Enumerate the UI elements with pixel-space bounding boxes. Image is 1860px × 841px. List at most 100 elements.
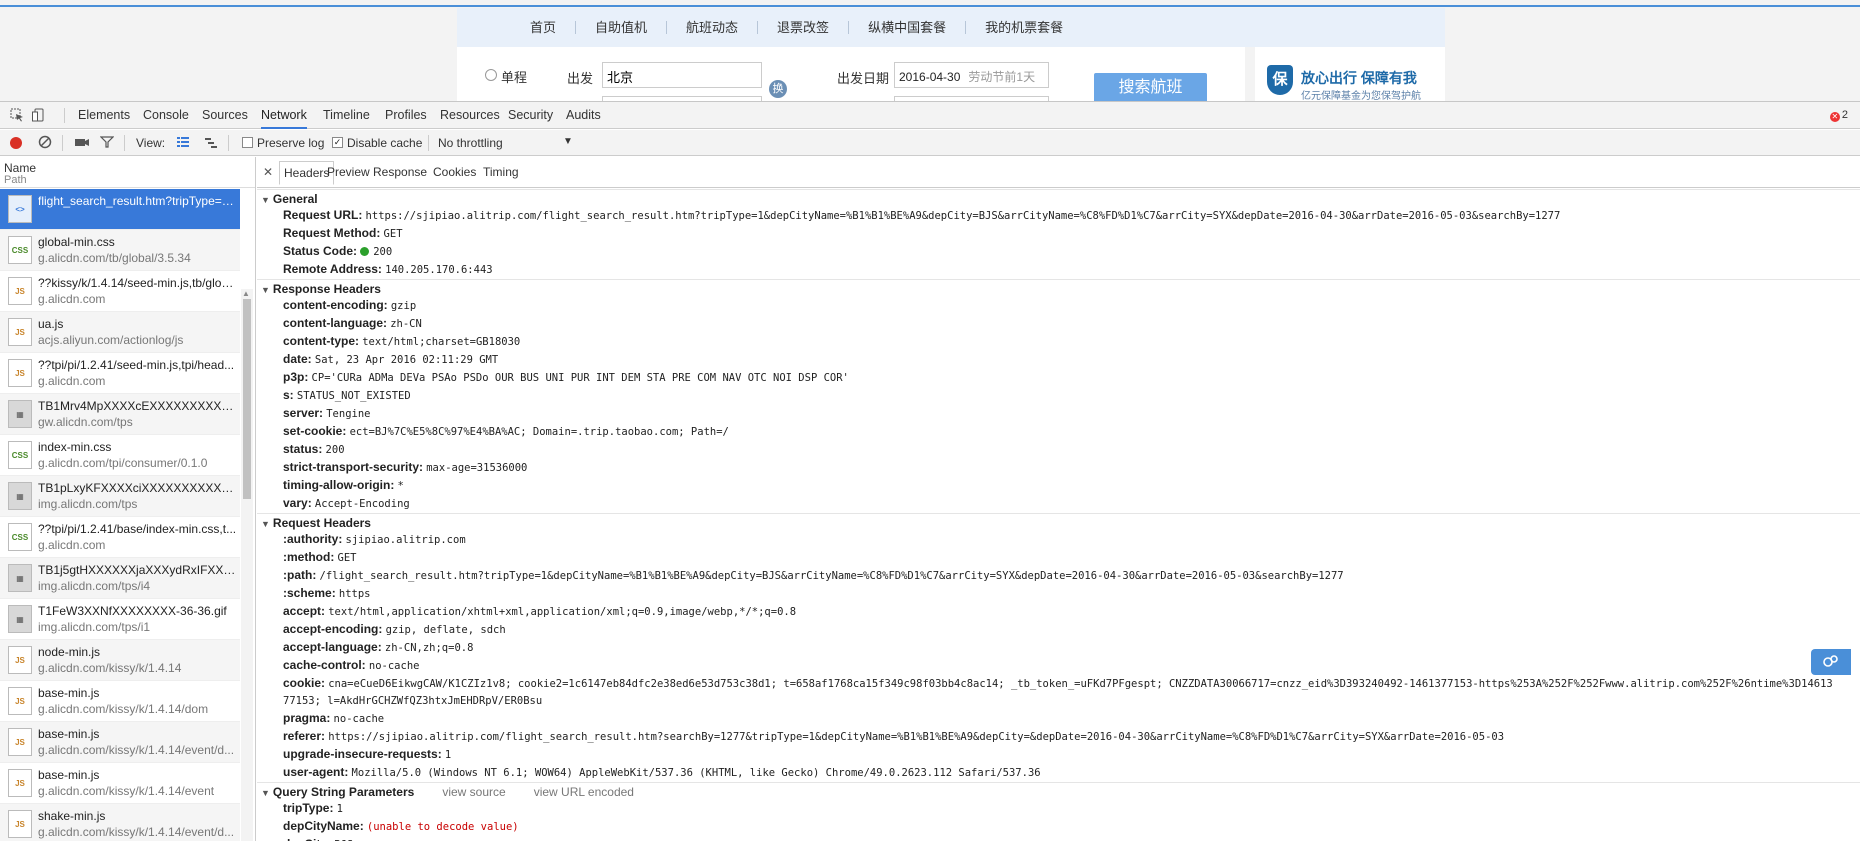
header-value: Accept-Encoding <box>314 498 410 510</box>
chevron-down-icon[interactable]: ▼ <box>563 136 573 147</box>
detail-tab-cookies[interactable]: Cookies <box>433 165 476 179</box>
filter-icon[interactable] <box>99 135 115 153</box>
request-list-header[interactable]: Name Path <box>0 157 255 188</box>
general-section-header[interactable]: ▼ General <box>257 189 1860 207</box>
scroll-up-icon[interactable]: ▲ <box>242 289 250 298</box>
request-path: img.alicdn.com/tps/i1 <box>38 620 151 634</box>
request-row[interactable]: JS node-min.js g.alicdn.com/kissy/k/1.4.14 <box>0 640 240 681</box>
request-row[interactable]: CSS ??tpi/pi/1.2.41/base/index-min.css,t.… <box>0 517 240 558</box>
request-name: ??tpi/pi/1.2.41/seed-min.js,tpi/head... <box>38 358 235 372</box>
request-name: global-min.css <box>38 235 115 249</box>
request-row[interactable]: CSS global-min.css g.alicdn.com/tb/global/… <box>0 230 240 271</box>
tab-elements[interactable]: Elements <box>78 102 130 129</box>
feedback-float-icon[interactable] <box>1811 649 1851 675</box>
one-way-radio[interactable] <box>485 69 497 81</box>
request-row[interactable]: JS base-min.js g.alicdn.com/kissy/k/1.4.14… <box>0 722 240 763</box>
error-counter[interactable]: ✕ 2 <box>1829 109 1848 122</box>
request-detail-pane: ✕ Headers Preview Response Cookies Timing ▼ G… <box>257 157 1860 841</box>
device-mode-icon[interactable] <box>32 108 46 122</box>
request-row[interactable]: JS base-min.js g.alicdn.com/kissy/k/1.4.14… <box>0 763 240 804</box>
header-row: tripType: 1 <box>257 800 1860 818</box>
header-row: vary: Accept-Encoding <box>257 495 1860 513</box>
tab-network[interactable]: Network <box>261 102 307 129</box>
scrollbar-thumb[interactable] <box>243 299 251 499</box>
close-detail-icon[interactable]: ✕ <box>263 165 273 179</box>
header-value: * <box>397 480 404 492</box>
expand-triangle-icon[interactable]: ▼ <box>261 285 270 295</box>
request-row[interactable]: JS base-min.js g.alicdn.com/kissy/k/1.4.14… <box>0 681 240 722</box>
detail-tab-timing[interactable]: Timing <box>483 165 519 179</box>
request-name: base-min.js <box>38 768 100 782</box>
expand-triangle-icon[interactable]: ▼ <box>261 788 270 798</box>
preserve-log-checkbox[interactable] <box>242 137 253 148</box>
request-row[interactable]: ▦ T1FeW3XXNfXXXXXXXX-36-36.gif img.alicdn.… <box>0 599 240 640</box>
tab-audits[interactable]: Audits <box>566 102 601 129</box>
site-nav-item[interactable]: 自助值机 <box>576 21 668 34</box>
request-row[interactable]: ▦ TB1j5gtHXXXXXXjaXXXydRxIFXX-73... img.al… <box>0 558 240 599</box>
camera-icon[interactable] <box>74 135 90 153</box>
tab-security[interactable]: Security <box>508 102 553 129</box>
toolbar-separator <box>228 135 229 151</box>
request-path: img.alicdn.com/tps/i4 <box>38 579 151 593</box>
image-file-icon: ▦ <box>8 605 32 633</box>
site-nav-bar: 首页 自助值机 航班动态 退票改签 纵横中国套餐 我的机票套餐 <box>457 8 1445 47</box>
request-row[interactable]: CSS index-min.css g.alicdn.com/tpi/consume… <box>0 435 240 476</box>
large-rows-icon[interactable] <box>176 135 190 153</box>
request-row[interactable]: ▦ TB1Mrv4MpXXXXcEXXXXXXXXXXXX... gw.alicdn… <box>0 394 240 435</box>
tab-console[interactable]: Console <box>143 102 189 129</box>
view-source-link[interactable]: view source <box>442 785 505 799</box>
expand-triangle-icon[interactable]: ▼ <box>261 195 270 205</box>
search-flights-button[interactable]: 搜索航班 <box>1094 73 1207 101</box>
response-headers-title: Response Headers <box>272 282 381 296</box>
tab-sources[interactable]: Sources <box>202 102 248 129</box>
view-url-encoded-link[interactable]: view URL encoded <box>534 785 634 799</box>
insurance-promo-banner[interactable]: 保 放心出行 保障有我 亿元保障基金为您保驾护航 <box>1255 47 1445 101</box>
request-row[interactable]: JS ??kissy/k/1.4.14/seed-min.js,tb/glob..… <box>0 271 240 312</box>
site-nav-item[interactable]: 退票改签 <box>758 21 850 34</box>
request-list-scrollbar[interactable]: ▲ <box>241 289 253 841</box>
waterfall-overview-icon[interactable] <box>204 135 218 153</box>
header-value: gzip <box>390 300 417 312</box>
request-row[interactable]: <> flight_search_result.htm?tripType=1... <box>0 189 240 230</box>
header-row: :method: GET <box>257 549 1860 567</box>
site-nav-item[interactable]: 我的机票套餐 <box>966 21 1082 34</box>
detail-tab-response[interactable]: Response <box>373 165 427 179</box>
header-row: server: Tengine <box>257 405 1860 423</box>
request-name: flight_search_result.htm?tripType=1... <box>38 194 238 208</box>
general-title: General <box>272 192 318 206</box>
swap-cities-button[interactable]: 换 <box>769 80 787 98</box>
request-row[interactable]: ▦ TB1pLxyKFXXXXciXXXXXXXXXXXX-1... img.ali… <box>0 476 240 517</box>
js-file-icon: JS <box>8 318 32 346</box>
request-headers-section-header[interactable]: ▼ Request Headers <box>257 513 1860 531</box>
tab-timeline[interactable]: Timeline <box>323 102 370 129</box>
request-name: TB1pLxyKFXXXXciXXXXXXXXXXXX-1... <box>38 481 238 495</box>
header-value: GET <box>337 552 357 564</box>
query-string-parameters-section-header[interactable]: ▼ Query String Parameters view source view … <box>257 782 1860 800</box>
site-nav-item[interactable]: 纵横中国套餐 <box>849 21 967 34</box>
header-row: Request URL: https://sjipiao.alitrip.com… <box>257 207 1860 225</box>
departure-label: 出发 <box>567 71 594 86</box>
request-row[interactable]: JS ??tpi/pi/1.2.41/seed-min.js,tpi/head..… <box>0 353 240 394</box>
header-key: :path: <box>283 568 317 582</box>
departure-city-input[interactable]: 北京 <box>602 62 762 88</box>
clear-icon[interactable] <box>38 135 52 153</box>
request-row[interactable]: JS shake-min.js g.alicdn.com/kissy/k/1.4.1… <box>0 804 240 841</box>
disable-cache-checkbox[interactable]: ✓ <box>332 137 343 148</box>
image-file-icon: ▦ <box>8 564 32 592</box>
tab-resources[interactable]: Resources <box>440 102 500 129</box>
detail-tab-preview[interactable]: Preview <box>327 165 370 179</box>
record-button[interactable] <box>10 137 22 149</box>
site-nav-item[interactable]: 航班动态 <box>667 21 759 34</box>
request-rows: <> flight_search_result.htm?tripType=1...… <box>0 189 240 841</box>
tab-profiles[interactable]: Profiles <box>385 102 427 129</box>
site-nav-item[interactable]: 首页 <box>511 21 577 34</box>
request-row[interactable]: JS ua.js acjs.aliyun.com/actionlog/js <box>0 312 240 353</box>
throttling-select[interactable]: No throttling <box>438 136 503 150</box>
inspect-element-icon[interactable] <box>10 108 24 122</box>
departure-date-input[interactable]: 2016-04-30 劳动节前1天 <box>894 62 1049 88</box>
response-headers-section-header[interactable]: ▼ Response Headers <box>257 279 1860 297</box>
request-name: T1FeW3XXNfXXXXXXXX-36-36.gif <box>38 604 227 618</box>
header-key: set-cookie: <box>283 424 347 438</box>
expand-triangle-icon[interactable]: ▼ <box>261 519 270 529</box>
header-key: timing-allow-origin: <box>283 478 395 492</box>
